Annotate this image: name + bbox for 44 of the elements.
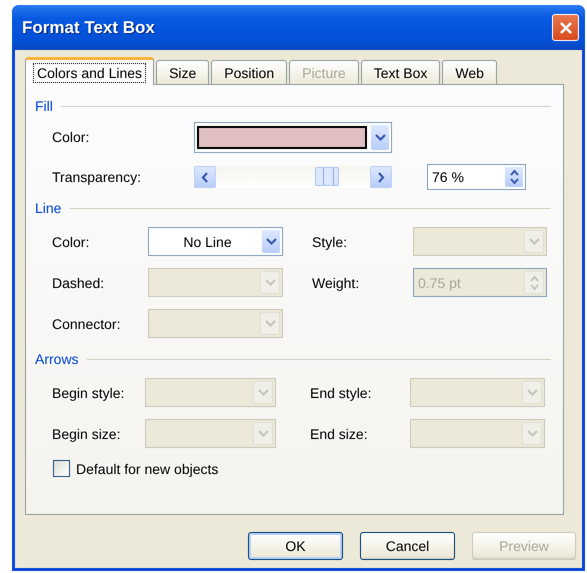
chevron-down-icon xyxy=(266,238,276,245)
chevron-down-icon xyxy=(526,389,538,396)
up-down-icon xyxy=(510,169,518,185)
section-heading: Line xyxy=(35,200,62,216)
chevron-down-icon xyxy=(528,238,540,245)
field-label: Connector: xyxy=(52,316,122,332)
chevron-right-icon xyxy=(377,172,385,182)
checkbox[interactable] xyxy=(53,460,70,477)
field-label: Weight: xyxy=(311,274,360,290)
tab[interactable]: Web xyxy=(442,60,497,84)
dialog-button[interactable]: Cancel xyxy=(360,532,455,560)
field-label: Color: xyxy=(52,129,90,145)
dropdown[interactable]: No Line xyxy=(148,227,283,256)
field-label: Dashed: xyxy=(52,274,106,290)
tab[interactable]: Size xyxy=(156,60,210,84)
field-label: Begin style: xyxy=(52,384,126,400)
field-label: End style: xyxy=(309,384,372,400)
section-heading: Arrows xyxy=(35,351,79,367)
tab[interactable]: Text Box xyxy=(360,60,440,84)
slider-thumb[interactable] xyxy=(314,167,339,186)
chevron-down-icon xyxy=(526,430,538,437)
chevron-down-icon xyxy=(374,134,386,140)
field-label: Transparency: xyxy=(52,169,142,185)
checkbox-label: Default for new objects xyxy=(76,460,218,476)
field-label: Color: xyxy=(52,234,90,250)
tab[interactable]: Position xyxy=(211,60,288,84)
transparency-spinner[interactable]: 76 % xyxy=(427,164,526,190)
chevron-down-icon xyxy=(258,430,268,437)
chevron-down-icon xyxy=(264,279,276,286)
close-icon xyxy=(558,20,572,34)
field-label: Begin size: xyxy=(52,426,122,442)
color-dropdown[interactable] xyxy=(194,122,392,152)
section-heading: Fill xyxy=(35,98,53,114)
field-label: Style: xyxy=(311,234,348,250)
transparency-slider[interactable] xyxy=(194,166,392,188)
field-label: End size: xyxy=(309,426,369,442)
close-button[interactable] xyxy=(552,14,579,41)
up-down-icon xyxy=(530,274,538,290)
chevron-left-icon xyxy=(201,172,209,182)
tab[interactable]: Colors and Lines xyxy=(25,57,154,85)
chevron-down-icon xyxy=(264,320,276,327)
dialog-button[interactable]: OK xyxy=(248,532,343,560)
chevron-down-icon xyxy=(258,389,268,396)
window-title: Format Text Box xyxy=(22,18,155,38)
